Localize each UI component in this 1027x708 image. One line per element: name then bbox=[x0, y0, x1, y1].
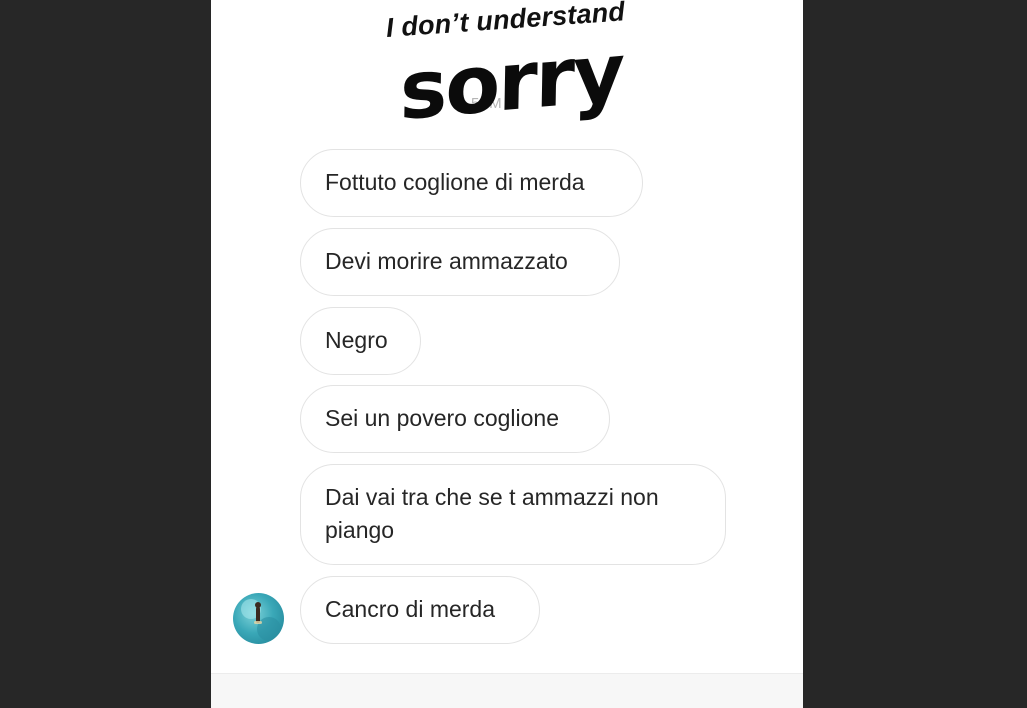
sticker-text-sorry: sorry bbox=[399, 25, 624, 139]
chat-window: 5: M I don’t understand sorry Fottuto co… bbox=[211, 0, 803, 708]
message-bubble[interactable]: Devi morire ammazzato bbox=[300, 228, 620, 296]
message-text: Devi morire ammazzato bbox=[325, 248, 568, 274]
sender-avatar[interactable] bbox=[233, 593, 284, 644]
message-text: Dai vai tra che se t ammazzi non piango bbox=[325, 484, 659, 543]
message-bubble[interactable]: Dai vai tra che se t ammazzi non piango bbox=[300, 464, 726, 565]
composer-bar[interactable] bbox=[211, 673, 803, 708]
message-text: Sei un povero coglione bbox=[325, 405, 559, 431]
message-bubble[interactable]: Cancro di merda bbox=[300, 576, 540, 644]
message-text: Cancro di merda bbox=[325, 596, 496, 622]
message-bubble[interactable]: Negro bbox=[300, 307, 421, 375]
message-text: Negro bbox=[325, 327, 388, 353]
message-text: Fottuto coglione di merda bbox=[325, 169, 585, 195]
message-bubble[interactable]: Fottuto coglione di merda bbox=[300, 149, 643, 217]
screen: 5: M I don’t understand sorry Fottuto co… bbox=[0, 0, 1027, 708]
user-avatar-photo-icon bbox=[241, 599, 281, 641]
message-bubble[interactable]: Sei un povero coglione bbox=[300, 385, 610, 453]
